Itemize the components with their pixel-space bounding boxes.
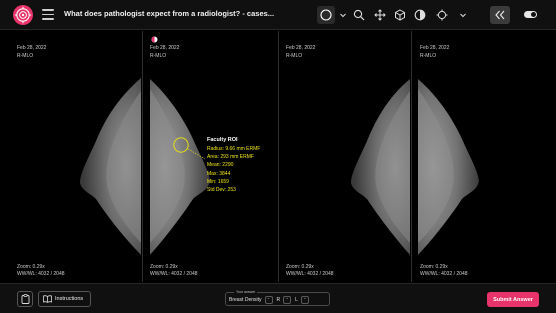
view-label: R-MLO [150, 53, 167, 59]
clipboard-icon [21, 294, 29, 304]
viewport-4[interactable]: Feb 28, 2022 R-MLO Zoom: 0.29x WW/WL: 40… [412, 31, 556, 282]
mammogram-image [351, 79, 410, 255]
answer-caption: Your answer [234, 290, 258, 294]
collapse-panel-button[interactable] [490, 6, 510, 24]
wwwl-readout: WW/WL: 4032 / 2048 [286, 271, 334, 277]
viewport-3[interactable]: Feb 28, 2022 R-MLO Zoom: 0.29x WW/WL: 40… [279, 31, 410, 282]
right-density-decrement-button[interactable]: - [264, 295, 273, 304]
roi-max: Max: 3844 [207, 170, 231, 177]
wwwl-readout: WW/WL: 4032 / 2048 [17, 271, 65, 277]
roi-title: Faculty ROI [207, 137, 238, 143]
collapse-chevrons-icon [495, 10, 505, 20]
study-date: Feb 28, 2022 [150, 45, 180, 51]
view-label: R-MLO [17, 53, 34, 59]
circle-roi-tool-button[interactable] [317, 6, 335, 24]
zoom-icon [353, 9, 365, 21]
contrast-half-icon [151, 36, 158, 43]
answer-box: Your answer Breast Density - R - L - [225, 290, 330, 306]
wwwl-readout: WW/WL: 4032 / 2048 [420, 271, 468, 277]
zoom-readout: Zoom: 0.29x [17, 264, 45, 270]
contrast-tool-button[interactable] [411, 6, 429, 24]
mammogram-image [418, 79, 479, 255]
view-label: R-MLO [420, 53, 437, 59]
clipboard-button[interactable] [17, 291, 33, 307]
toggle-switch[interactable] [524, 11, 537, 18]
3d-tool-button[interactable] [391, 6, 409, 24]
roi-area: Area: 293 mm ERMF [207, 154, 254, 161]
circle-roi-icon [320, 9, 332, 21]
reset-icon [436, 9, 448, 21]
chevron-down-icon [340, 13, 346, 18]
answer-label: Breast Density [229, 296, 262, 303]
zoom-readout: Zoom: 0.29x [286, 264, 314, 270]
study-date: Feb 28, 2022 [17, 45, 47, 51]
view-label: R-MLO [286, 53, 303, 59]
cube-3d-icon [395, 9, 405, 21]
chevron-down-icon [460, 13, 466, 18]
right-density-value-button[interactable]: - [283, 295, 292, 304]
wwwl-readout: WW/WL: 4032 / 2048 [150, 271, 198, 277]
zoom-tool-button[interactable] [350, 6, 368, 24]
book-icon [43, 295, 52, 303]
pan-tool-button[interactable] [371, 6, 389, 24]
roi-radius: Radius: 9.66 mm ERMF [207, 146, 261, 152]
hamburger-menu-icon[interactable] [42, 9, 54, 20]
page-title: What does pathologist expect from a radi… [64, 9, 275, 18]
left-label: L [295, 296, 298, 303]
right-label: R [276, 296, 281, 303]
more-tools-dropdown-button[interactable] [454, 6, 472, 24]
reset-tool-button[interactable] [433, 6, 451, 24]
top-bar: What does pathologist expect from a radi… [0, 0, 556, 30]
submit-answer-button[interactable]: Submit Answer [487, 292, 539, 307]
instructions-button[interactable]: Instructions [38, 291, 91, 307]
roi-min: Min: 1659 [207, 178, 229, 185]
mammogram-image [80, 78, 141, 255]
roi-std-dev: Std Dev: 253 [207, 186, 236, 193]
contrast-icon [414, 9, 426, 21]
zoom-readout: Zoom: 0.29x [420, 264, 448, 270]
roi-mean: Mean: 2290 [207, 162, 234, 169]
logo-icon[interactable] [13, 5, 33, 25]
instructions-label: Instructions [55, 296, 84, 302]
pan-move-icon [374, 9, 386, 21]
viewport-1[interactable]: Feb 28, 2022 R-MLO Zoom: 0.29x WW/WL: 40… [0, 31, 141, 282]
zoom-readout: Zoom: 0.29x [150, 264, 178, 270]
roi-stats: Radius: 9.66 mm ERMF Area: 293 mm ERMF M… [207, 145, 260, 194]
study-date: Feb 28, 2022 [420, 45, 450, 51]
study-date: Feb 28, 2022 [286, 45, 316, 51]
bottom-bar: Instructions Your answer Breast Density … [0, 283, 556, 313]
left-density-value-button[interactable]: - [300, 295, 309, 304]
